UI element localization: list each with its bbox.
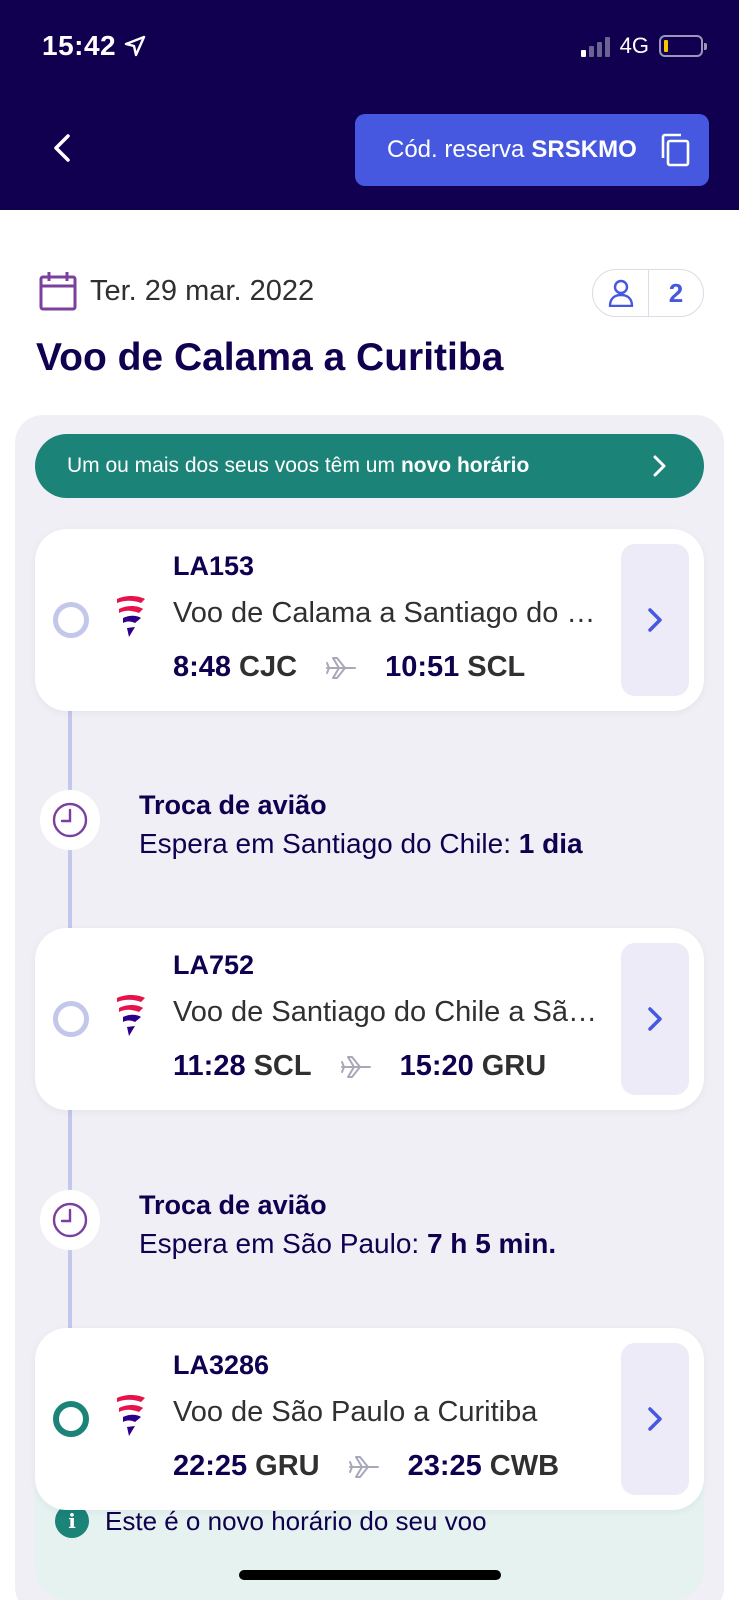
plane-icon	[325, 656, 357, 680]
location-arrow-icon	[124, 35, 146, 57]
notice-text: Este é o novo horário do seu voo	[105, 1506, 487, 1536]
clock-icon	[40, 790, 100, 850]
person-icon	[593, 270, 649, 316]
departure-airport: GRU	[255, 1450, 320, 1482]
reservation-code: SRSKMO	[531, 136, 637, 163]
arrival-airport: GRU	[481, 1050, 547, 1082]
flight-times: 8:48 CJC 10:51 SCL	[173, 651, 525, 684]
departure-time: 8:48	[173, 651, 232, 683]
connection-wait: Espera em Santiago do Chile: 1 dia	[139, 828, 583, 859]
chevron-right-icon	[653, 455, 666, 477]
arrival-airport: SCL	[467, 651, 526, 683]
departure-time: 22:25	[173, 1450, 248, 1482]
flight-number: LA3286	[173, 1350, 270, 1380]
flight-card[interactable]: LA752 Voo de Santiago do Chile a São Pau…	[35, 928, 704, 1110]
arrival-time: 10:51	[385, 651, 460, 683]
flight-details-button[interactable]	[621, 544, 689, 696]
chevron-left-icon	[54, 134, 70, 162]
trip-date: Ter. 29 mar. 2022	[90, 274, 315, 307]
reservation-code-button[interactable]: Cód. reserva SRSKMO	[355, 114, 709, 186]
connection-title: Troca de avião	[139, 790, 327, 820]
timeline-dot	[53, 1001, 89, 1037]
departure-airport: CJC	[239, 651, 298, 683]
network-label: 4G	[619, 33, 649, 58]
chevron-right-icon	[648, 608, 662, 632]
flight-card[interactable]: LA153 Voo de Calama a Santiago do Chile …	[35, 529, 704, 711]
chevron-right-icon	[648, 1007, 662, 1031]
page-title: Voo de Calama a Curitiba	[36, 336, 504, 379]
home-indicator[interactable]	[239, 1570, 501, 1580]
plane-icon	[340, 1055, 372, 1079]
status-time: 15:42	[42, 30, 146, 62]
signal-icon	[580, 35, 610, 57]
schedule-change-banner[interactable]: Um ou mais dos seus voos têm um novo horá…	[35, 434, 704, 498]
flight-number: LA752	[173, 950, 255, 980]
plane-icon	[348, 1455, 380, 1479]
calendar-icon	[39, 272, 77, 311]
arrival-airport: CWB	[489, 1450, 560, 1482]
status-indicators: 4G	[580, 33, 707, 59]
timeline-dot	[53, 602, 89, 638]
flight-number: LA153	[173, 551, 255, 581]
airline-logo-icon	[117, 596, 145, 637]
connection-title: Troca de avião	[139, 1190, 327, 1220]
banner-text: Um ou mais dos seus voos têm um novo horá…	[67, 454, 530, 477]
back-button[interactable]	[44, 128, 80, 168]
chevron-right-icon	[648, 1407, 662, 1431]
arrival-time: 23:25	[407, 1450, 482, 1482]
airline-logo-icon	[117, 1395, 145, 1436]
flight-route: Voo de Santiago do Chile a São Paulo	[173, 996, 603, 1028]
airline-logo-icon	[117, 995, 145, 1036]
departure-time: 11:28	[173, 1050, 246, 1082]
arrival-time: 15:20	[399, 1050, 474, 1082]
flight-route: Voo de São Paulo a Curitiba	[173, 1396, 538, 1428]
timeline-dot	[53, 1401, 89, 1437]
clock-icon	[40, 1190, 100, 1250]
flight-details-button[interactable]	[621, 1343, 689, 1495]
passenger-count-pill[interactable]: 2	[592, 269, 704, 317]
departure-airport: SCL	[253, 1050, 312, 1082]
trip-date-row: Ter. 29 mar. 2022	[38, 270, 314, 312]
flight-details-button[interactable]	[621, 943, 689, 1095]
connection-wait: Espera em São Paulo: 7 h 5 min.	[139, 1228, 557, 1259]
flight-times: 22:25 GRU 23:25 CWB	[173, 1450, 559, 1483]
battery-icon	[659, 35, 707, 57]
top-header: 15:42 4G Cód. reserva SRSKMO	[0, 0, 739, 210]
copy-icon	[661, 133, 690, 167]
flight-route: Voo de Calama a Santiago do Chile	[173, 597, 603, 629]
passenger-count: 2	[668, 277, 684, 308]
flight-times: 11:28 SCL 15:20 GRU	[173, 1050, 546, 1083]
reservation-label: Cód. reserva	[387, 136, 525, 163]
status-clock: 15:42	[42, 30, 117, 61]
flight-card[interactable]: LA3286 Voo de São Paulo a Curitiba 22:25…	[35, 1328, 704, 1510]
